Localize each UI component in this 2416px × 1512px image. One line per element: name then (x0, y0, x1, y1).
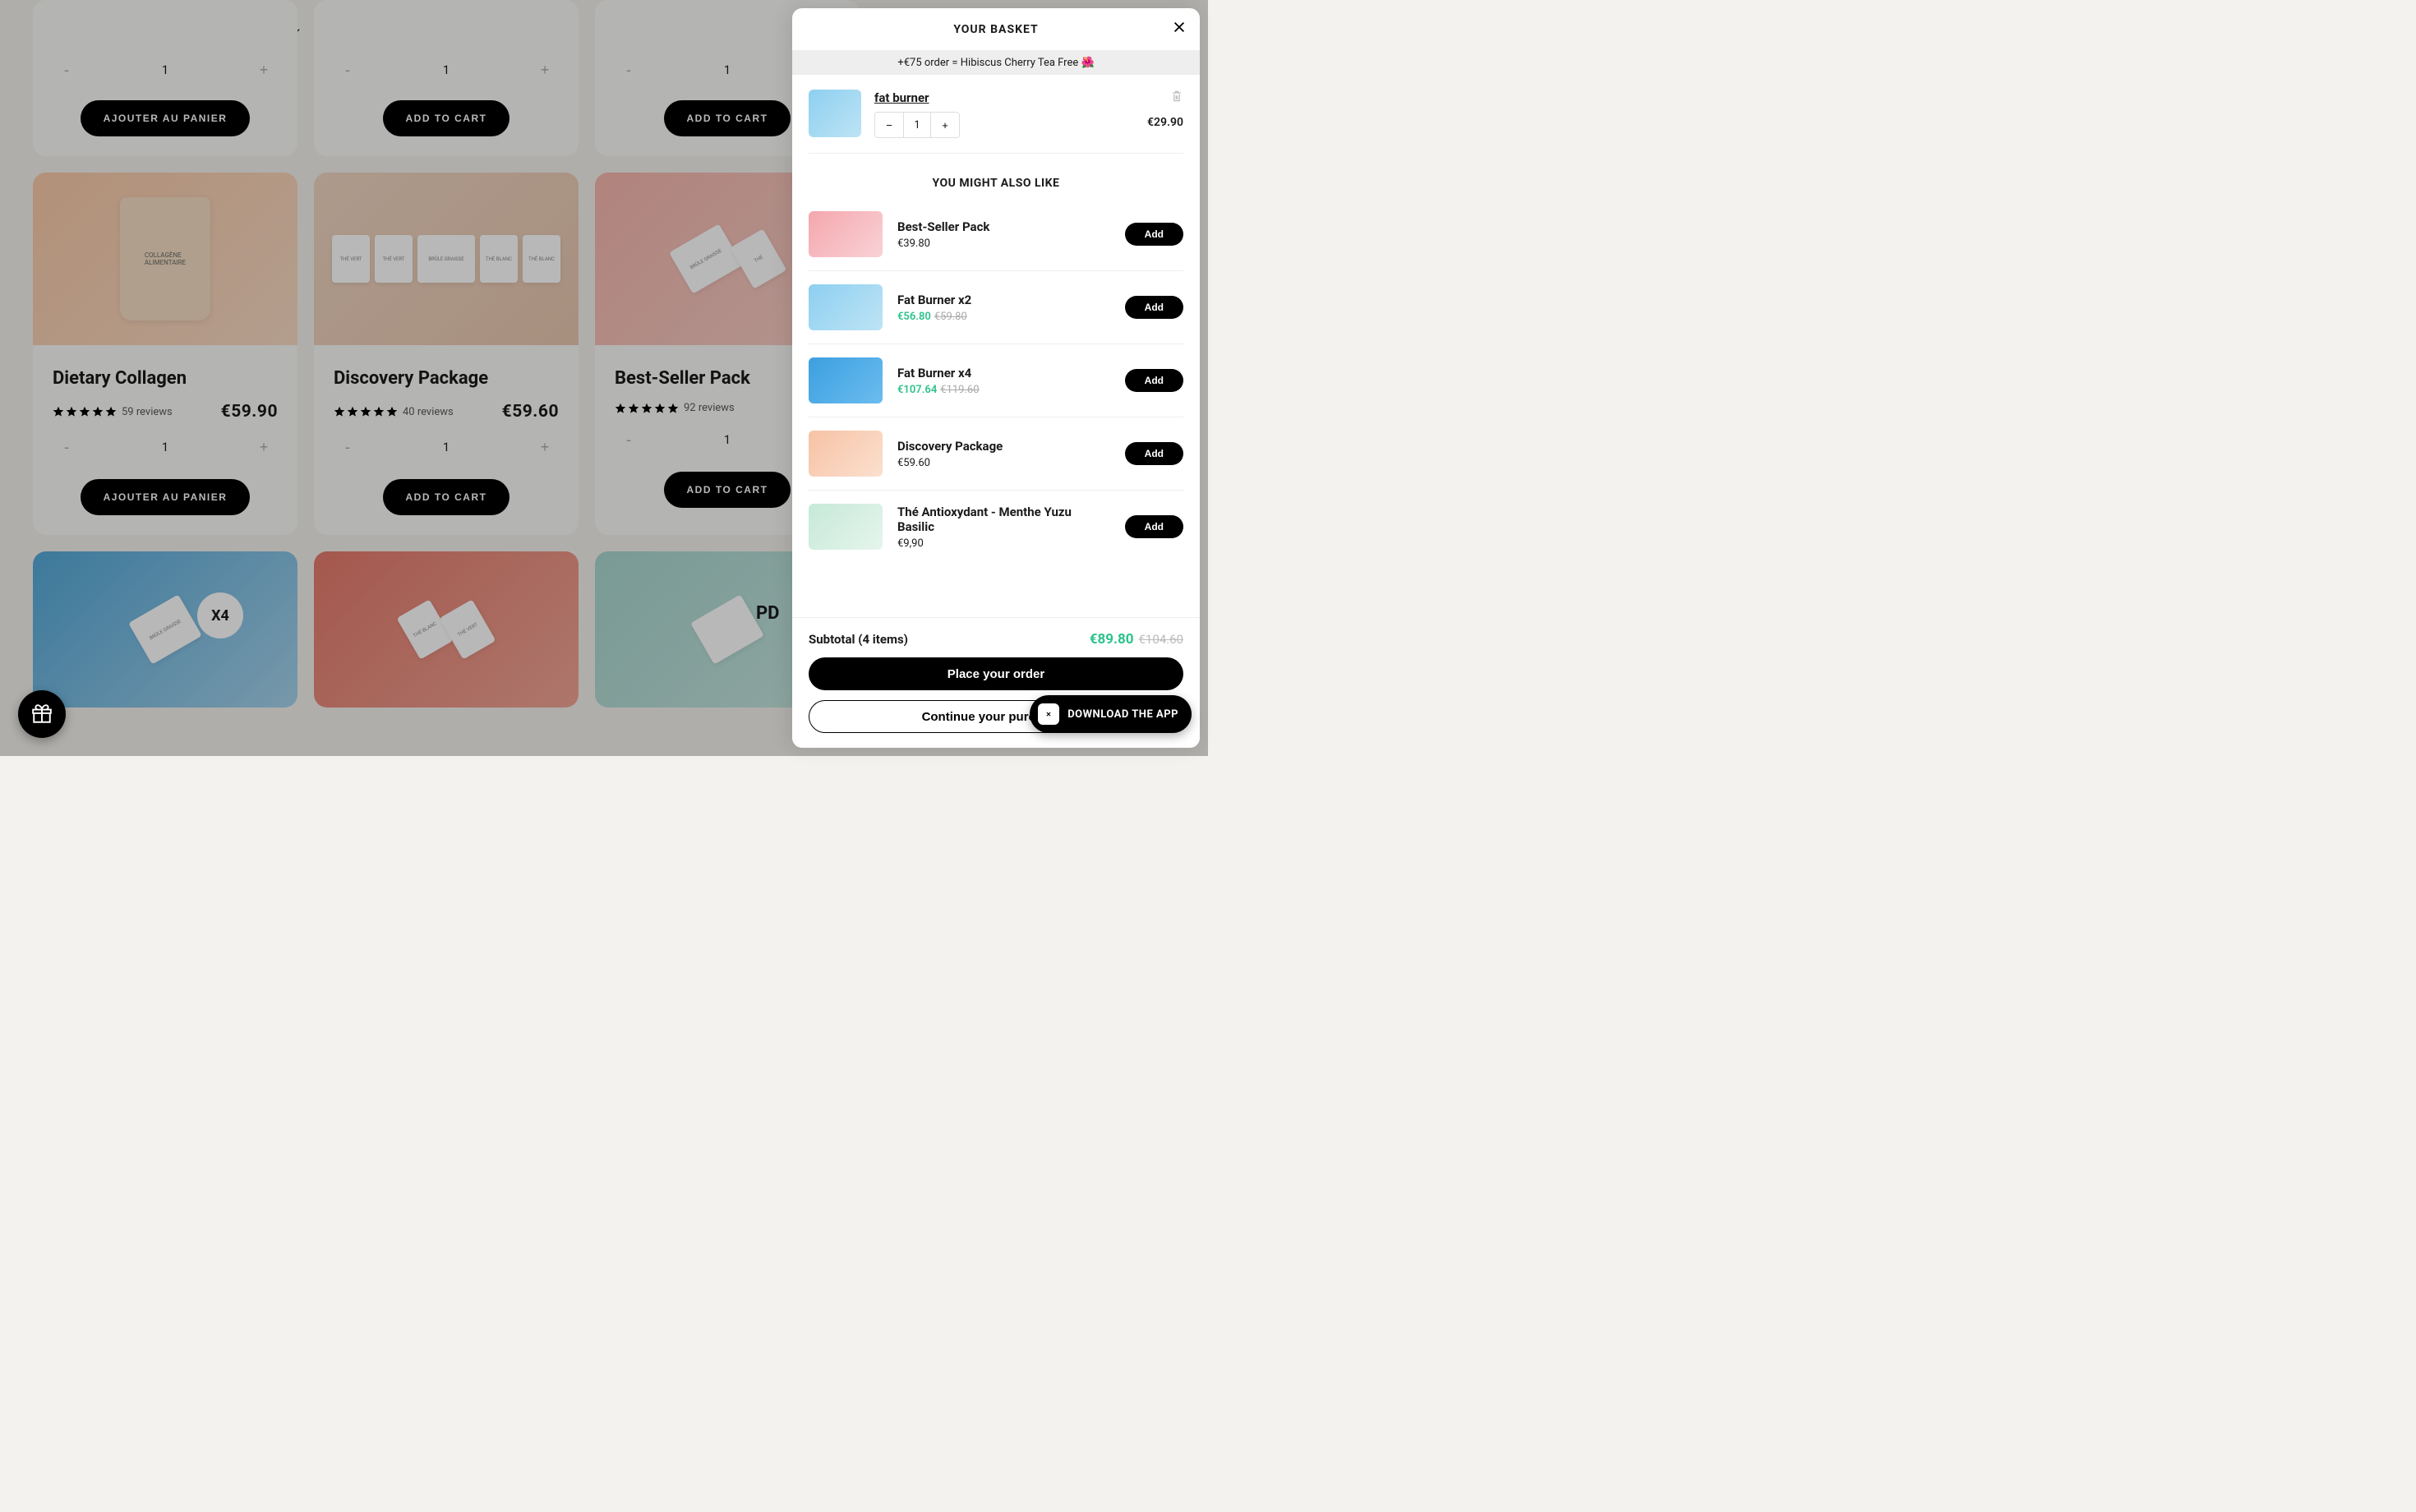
basket-panel: YOUR BASKET +€75 order = Hibiscus Cherry… (792, 8, 1200, 748)
cart-item-price: €29.90 (1147, 116, 1183, 129)
rec-thumb[interactable] (809, 431, 883, 477)
rec-item: Best-Seller Pack €39.80 Add (809, 198, 1183, 271)
qty-value: 1 (903, 113, 931, 137)
rec-title: Fat Burner x4 (897, 366, 1110, 380)
rewards-fab[interactable] (18, 690, 66, 738)
basket-header: YOUR BASKET (792, 8, 1200, 51)
rec-thumb[interactable] (809, 504, 883, 550)
trash-icon (1170, 90, 1183, 103)
place-order-button[interactable]: Place your order (809, 657, 1183, 690)
rec-thumb[interactable] (809, 357, 883, 403)
rec-title: Best-Seller Pack (897, 219, 1110, 234)
rec-price: €9,90 (897, 537, 1110, 550)
promo-banner: +€75 order = Hibiscus Cherry Tea Free 🌺 (792, 51, 1200, 75)
rec-item: Fat Burner x4 €107.64€119.60 Add (809, 344, 1183, 417)
rec-add-button[interactable]: Add (1125, 296, 1183, 319)
close-icon (1172, 20, 1187, 35)
rec-title: Thé Antioxydant - Menthe Yuzu Basilic (897, 505, 1110, 534)
cart-item-name[interactable]: fat burner (874, 90, 929, 105)
close-button[interactable] (1172, 20, 1187, 38)
recommendations-heading: YOU MIGHT ALSO LIKE (809, 177, 1183, 190)
basket-title: YOUR BASKET (953, 23, 1038, 36)
rec-add-button[interactable]: Add (1125, 442, 1183, 465)
rec-thumb[interactable] (809, 211, 883, 257)
rec-price: €107.64€119.60 (897, 384, 1110, 396)
cart-item-thumb[interactable] (809, 90, 861, 137)
gift-icon (31, 703, 53, 725)
app-icon: ✕ (1038, 703, 1059, 725)
rec-title: Discovery Package (897, 439, 1110, 454)
rec-price: €59.60 (897, 457, 1110, 469)
download-app-label: DOWNLOAD THE APP (1067, 708, 1178, 721)
rec-add-button[interactable]: Add (1125, 515, 1183, 538)
rec-title: Fat Burner x2 (897, 293, 1110, 307)
rec-item: Fat Burner x2 €56.80€59.80 Add (809, 271, 1183, 344)
basket-scroll[interactable]: fat burner − 1 + €29.90 YOU MIGHT ALSO L… (792, 75, 1200, 617)
rec-thumb[interactable] (809, 284, 883, 330)
subtotal-value: €89.80€104.60 (1090, 631, 1183, 648)
cart-qty-stepper: − 1 + (874, 112, 960, 138)
remove-item-button[interactable] (1170, 90, 1183, 106)
rec-add-button[interactable]: Add (1125, 369, 1183, 392)
rec-price: €39.80 (897, 237, 1110, 250)
rec-item: Thé Antioxydant - Menthe Yuzu Basilic €9… (809, 491, 1183, 563)
rec-item: Discovery Package €59.60 Add (809, 417, 1183, 491)
rec-price: €56.80€59.80 (897, 311, 1110, 323)
qty-minus[interactable]: − (875, 113, 903, 137)
download-app-pill[interactable]: ✕ DOWNLOAD THE APP (1030, 695, 1192, 733)
subtotal-label: Subtotal (4 items) (809, 632, 908, 647)
qty-plus[interactable]: + (931, 113, 959, 137)
cart-line-item: fat burner − 1 + €29.90 (809, 75, 1183, 154)
rec-add-button[interactable]: Add (1125, 223, 1183, 246)
